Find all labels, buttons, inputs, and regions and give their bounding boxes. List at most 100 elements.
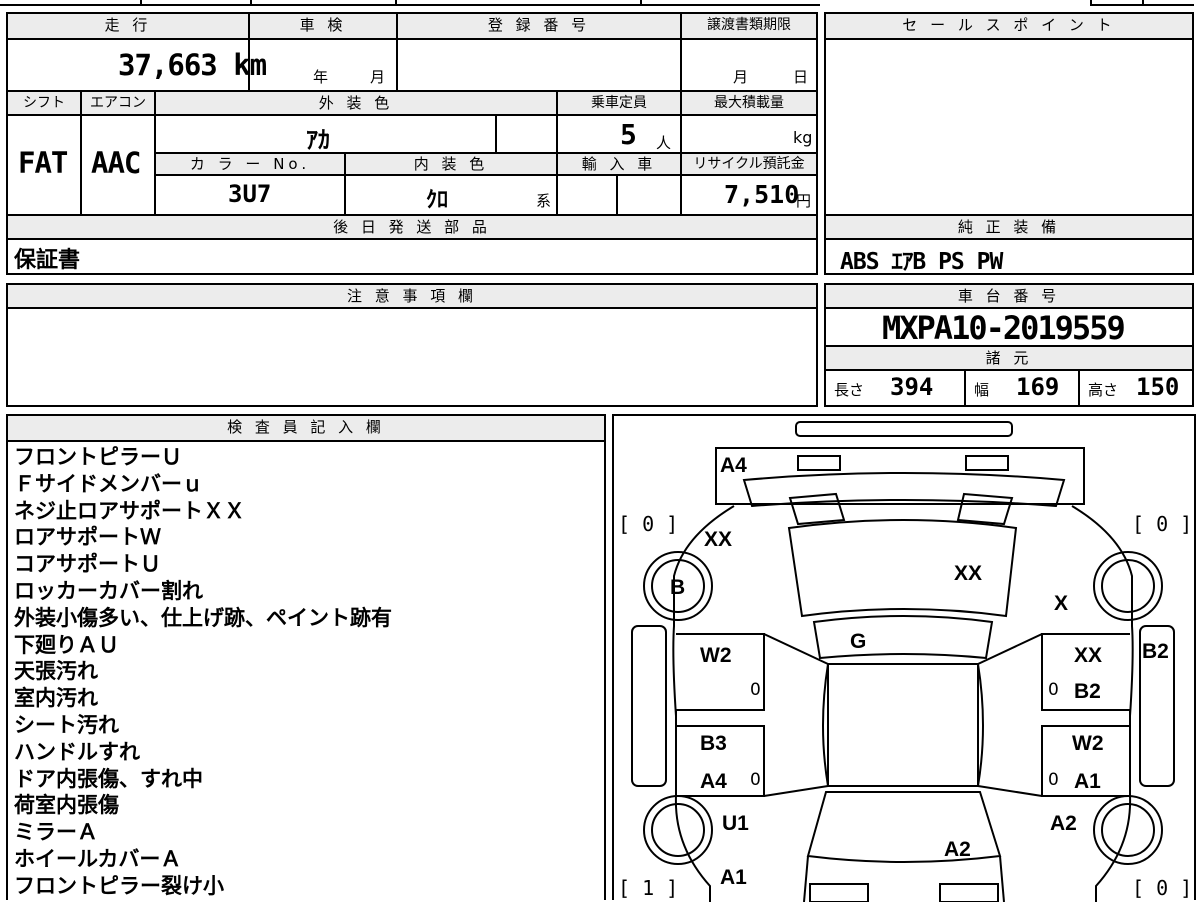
- capacity-label: 乗車定員: [591, 95, 647, 111]
- later-parts-header: 後 日 発 送 部 品: [8, 216, 816, 238]
- specs-label: 諸 元: [985, 349, 1033, 367]
- inspector-note-item: 外装小傷多い、仕上げ跡、ペイント跡有: [14, 605, 392, 630]
- transfer-month-unit: 月: [733, 68, 749, 86]
- car-damage-diagram: [ 0 ] [ 0 ] [ 1 ] [ 0 ] A4 XX XX B X G W…: [612, 414, 1196, 902]
- notes-box: 注 意 事 項 欄: [6, 283, 818, 407]
- bracket-bottom-right: [ 0 ]: [1132, 876, 1193, 900]
- inspector-note-item: Ｆサイドメンバーｕ: [14, 471, 203, 496]
- chassis-header: 車 台 番 号: [826, 285, 1192, 307]
- inspector-note-item: 下廻りＡＵ: [14, 632, 119, 657]
- mark-xx-left: XX: [704, 528, 733, 551]
- inspection-header: 車 検: [250, 14, 396, 38]
- bracket-top-left: [ 0 ]: [618, 512, 679, 536]
- exterior-color-header: 外 装 色: [156, 92, 556, 114]
- inspection-month-unit: 月: [370, 68, 386, 86]
- registration-header: 登 録 番 号: [398, 14, 680, 38]
- transfer-header: 譲渡書類期限: [682, 14, 816, 38]
- mark-a1-left: A1: [720, 866, 747, 889]
- color-no-value: 3U7: [228, 180, 272, 208]
- inspector-note-item: ドア内張傷、すれ中: [14, 766, 203, 791]
- inspector-note-item: フロントピラー裂け小: [14, 873, 224, 898]
- mark-x-right: X: [1054, 592, 1069, 615]
- transfer-label: 譲渡書類期限: [707, 17, 791, 33]
- aircon-header: エアコン: [82, 92, 154, 114]
- spec-height-value: 150: [1136, 373, 1180, 401]
- max-load-header: 最大積載量: [682, 92, 816, 114]
- inspector-note-item: ホイールカバーＡ: [14, 846, 182, 871]
- spec-width-value: 169: [1016, 373, 1060, 401]
- spec-height-label: 高さ: [1088, 381, 1119, 399]
- shift-header: シフト: [8, 92, 80, 114]
- interior-color-header: 内 装 色: [346, 154, 556, 174]
- sales-point-label: セ ー ル ス ポ イ ン ト: [902, 16, 1116, 34]
- mileage-header: 走 行: [8, 14, 248, 38]
- later-parts-label: 後 日 発 送 部 品: [333, 218, 491, 236]
- exterior-color-value: ｱｶ: [306, 126, 330, 154]
- inspector-notes-list: フロントピラーＵ Ｆサイドメンバーｕ ネジ止ロアサポートＸＸ ロアサポートＷ コアサポー…: [14, 444, 392, 900]
- spec-length-label: 長さ: [834, 381, 865, 399]
- notes-label: 注 意 事 項 欄: [346, 287, 478, 305]
- chassis-value: MXPA10-2019559: [882, 309, 1126, 347]
- bracket-bottom-left: [ 1 ]: [618, 876, 679, 900]
- color-no-header: カ ラ ー No.: [156, 154, 344, 174]
- recycle-value: 7,510: [724, 180, 800, 209]
- mark-a2-center: A2: [944, 838, 971, 861]
- mark-b2-right: B2: [1074, 680, 1101, 703]
- inspector-note-item: コアサポートＵ: [14, 552, 161, 577]
- max-load-label: 最大積載量: [714, 95, 784, 111]
- recycle-header: リサイクル預託金: [682, 154, 816, 174]
- mark-b3-left: B3: [700, 732, 727, 755]
- mark-xx-center: XX: [954, 562, 983, 585]
- capacity-value: 5: [620, 118, 637, 151]
- import-header: 輸 入 車: [558, 154, 680, 174]
- chassis-box: 車 台 番 号 MXPA10-2019559 諸 元 長さ 394 幅 169 …: [824, 283, 1194, 407]
- inspector-note-item: ミラーＡ: [14, 820, 98, 845]
- mark-g-center: G: [850, 630, 867, 653]
- sales-point-header: セ ー ル ス ポ イ ン ト: [826, 14, 1192, 38]
- inspector-note-item: 天張汚れ: [14, 659, 98, 684]
- genuine-equipment-label: 純 正 装 備: [957, 218, 1061, 236]
- specs-header: 諸 元: [826, 347, 1192, 369]
- vehicle-info-table: 走 行 車 検 登 録 番 号 譲渡書類期限 37,663 km 年 月 月 日…: [6, 12, 818, 275]
- top-strip: [0, 0, 820, 8]
- inspector-note-item: フロントピラーＵ: [14, 445, 182, 469]
- inspector-note-item: ハンドルすれ: [14, 739, 140, 764]
- mark-a4-left: A4: [700, 770, 727, 793]
- mileage-value: 37,663 km: [118, 48, 267, 82]
- mark-xx-right: XX: [1074, 644, 1103, 667]
- sales-point-box: セ ー ル ス ポ イ ン ト 純 正 装 備 ABS ｴｱB PS PW: [824, 12, 1194, 275]
- later-parts-value: 保証書: [14, 248, 81, 273]
- mark-zero-left-2: 0: [750, 770, 761, 790]
- aircon-label: エアコン: [90, 95, 146, 111]
- inspector-box: 検 査 員 記 入 欄 フロントピラーＵ Ｆサイドメンバーｕ ネジ止ロアサポートＸＸ…: [6, 414, 606, 900]
- max-load-unit: kg: [793, 128, 813, 147]
- mark-w2-left: W2: [700, 644, 732, 667]
- aircon-value: AAC: [91, 146, 141, 180]
- interior-color-value: ｸﾛ: [426, 188, 449, 213]
- mark-u1-left: U1: [722, 812, 749, 835]
- inspector-note-item: ロアサポートＷ: [14, 525, 161, 550]
- chassis-label: 車 台 番 号: [957, 287, 1061, 305]
- inspector-note-item: 室内汚れ: [14, 686, 98, 711]
- mark-a4-top: A4: [720, 454, 747, 477]
- shift-value: FAT: [18, 146, 68, 180]
- notes-header: 注 意 事 項 欄: [8, 285, 816, 307]
- mark-w2-right: W2: [1072, 732, 1104, 755]
- transfer-day-unit: 日: [793, 68, 809, 86]
- capacity-header: 乗車定員: [558, 92, 680, 114]
- top-right-strip: [1090, 0, 1194, 8]
- genuine-equipment-header: 純 正 装 備: [826, 216, 1192, 238]
- inspection-year-unit: 年: [313, 68, 329, 86]
- mileage-label: 走 行: [104, 16, 152, 34]
- spec-width-label: 幅: [974, 381, 990, 399]
- inspector-header: 検 査 員 記 入 欄: [8, 416, 604, 440]
- color-no-label: カ ラ ー No.: [189, 155, 311, 173]
- mark-zero-right-1: 0: [1048, 680, 1059, 700]
- inspector-note-item: 荷室内張傷: [14, 793, 119, 818]
- inspector-note-item: シート汚れ: [14, 712, 119, 737]
- bracket-top-right: [ 0 ]: [1132, 512, 1193, 536]
- mark-zero-right-2: 0: [1048, 770, 1059, 790]
- genuine-equipment-value: ABS ｴｱB PS PW: [840, 249, 1003, 275]
- interior-color-suffix: 系: [536, 192, 552, 210]
- inspector-note-item: ネジ止ロアサポートＸＸ: [14, 498, 245, 523]
